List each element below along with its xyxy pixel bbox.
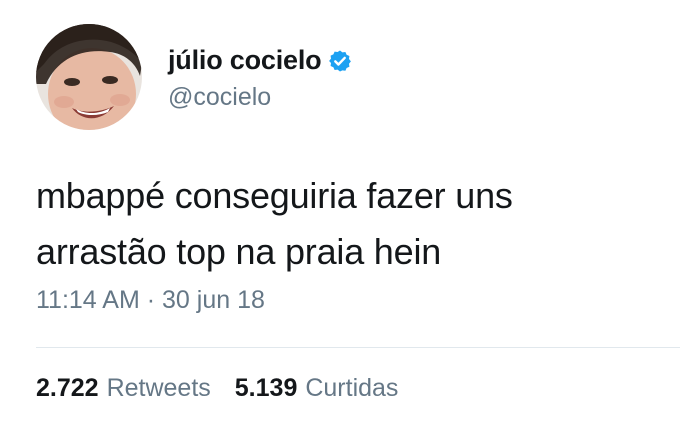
likes-label: Curtidas bbox=[305, 374, 399, 402]
retweets-count: 2.722 bbox=[36, 374, 99, 402]
display-name-row: júlio cocielo bbox=[168, 43, 352, 79]
divider bbox=[36, 347, 680, 348]
meta-separator: · bbox=[146, 286, 156, 314]
likes-stat[interactable]: 5.139 Curtidas bbox=[235, 374, 399, 403]
user-names: júlio cocielo @cocielo bbox=[168, 43, 352, 112]
retweets-label: Retweets bbox=[106, 374, 211, 402]
avatar[interactable] bbox=[36, 24, 142, 130]
profile-photo-icon bbox=[36, 24, 142, 130]
display-name[interactable]: júlio cocielo bbox=[168, 45, 322, 76]
tweet-time: 11:14 AM bbox=[36, 286, 140, 314]
tweet-header: júlio cocielo @cocielo bbox=[36, 24, 352, 130]
tweet-date: 30 jun 18 bbox=[162, 286, 265, 314]
user-handle[interactable]: @cocielo bbox=[168, 83, 352, 112]
tweet-card: júlio cocielo @cocielo mbappé conseguiri… bbox=[0, 0, 680, 427]
retweets-stat[interactable]: 2.722 Retweets bbox=[36, 374, 211, 403]
likes-count: 5.139 bbox=[234, 374, 298, 402]
tweet-text-line: mbappé conseguiria fazer uns bbox=[36, 175, 513, 216]
tweet-text: mbappé conseguiria fazer uns arrastão to… bbox=[36, 168, 656, 280]
verified-badge-icon bbox=[328, 49, 352, 73]
tweet-stats: 2.722 Retweets 5.139 Curtidas bbox=[36, 374, 398, 403]
tweet-text-line: arrastão top na praia hein bbox=[36, 231, 442, 272]
tweet-timestamp[interactable]: 11:14 AM · 30 jun 18 bbox=[36, 286, 265, 315]
